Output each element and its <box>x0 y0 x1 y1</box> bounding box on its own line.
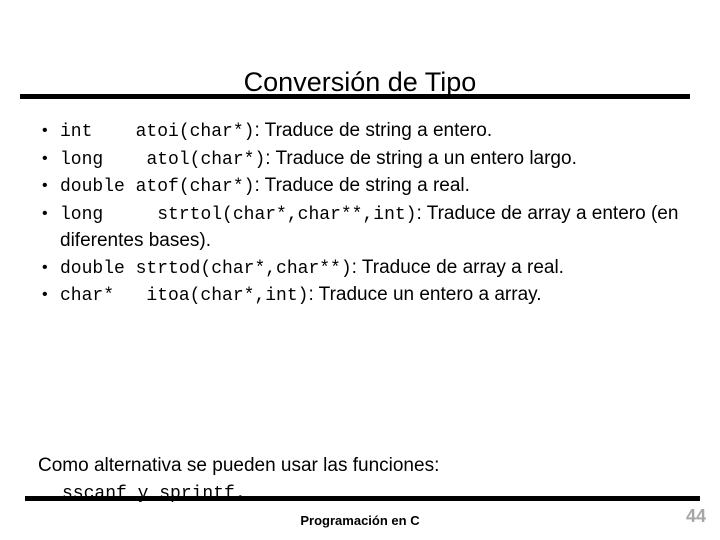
item-signature: itoa(char*,int) <box>146 286 309 306</box>
list-item: • int atoi(char*): Traduce de string a e… <box>38 118 698 146</box>
item-description: Traduce de string a real. <box>264 175 470 196</box>
item-description: Traduce de string a un entero largo. <box>275 147 577 169</box>
item-separator: : <box>351 256 362 278</box>
item-separator: : <box>416 202 427 224</box>
bullet-icon: • <box>42 122 48 139</box>
bullet-icon: • <box>42 204 48 222</box>
item-separator: : <box>254 175 265 196</box>
item-gap <box>103 150 146 170</box>
item-gap <box>103 205 157 225</box>
closing-line-2: sscanf y sprintf. <box>62 484 246 504</box>
item-type: double <box>60 258 125 279</box>
list-item: • char* itoa(char*,int): Traduce un ente… <box>38 282 698 310</box>
conversion-function-list: • int atoi(char*): Traduce de string a e… <box>38 118 698 310</box>
item-signature: atol(char*) <box>146 149 266 170</box>
list-item: • double strtod(char*,char**): Traduce d… <box>38 255 698 283</box>
bullet-icon: • <box>42 177 48 194</box>
item-description: Traduce de string a entero. <box>264 120 493 141</box>
item-description: Traduce de array a real. <box>361 256 564 278</box>
bullet-icon: • <box>42 286 48 303</box>
item-separator: : <box>254 120 265 141</box>
footer-divider-rule <box>25 496 700 501</box>
item-signature: atoi(char*) <box>135 122 255 142</box>
list-item: • double atof(char*): Traduce de string … <box>38 173 698 201</box>
item-type: char* <box>60 286 115 306</box>
item-signature: strtol(char*,char**,int) <box>157 204 417 225</box>
item-description: Traduce un entero a array. <box>318 284 542 305</box>
title-divider-rule <box>20 94 690 99</box>
item-gap <box>92 122 135 142</box>
footer-label: Programación en C <box>300 513 420 528</box>
item-separator: : <box>308 284 319 305</box>
item-separator: : <box>265 147 276 169</box>
item-gap <box>125 177 136 197</box>
slide: Conversión de Tipo • int atoi(char*): Tr… <box>0 0 720 540</box>
item-type: double <box>60 177 125 197</box>
list-item: • long strtol(char*,char**,int): Traduce… <box>38 201 698 255</box>
item-gap <box>125 259 136 279</box>
page-number: 44 <box>685 506 706 526</box>
item-signature: atof(char*) <box>135 177 255 197</box>
closing-line-1: Como alternativa se pueden usar las func… <box>38 455 440 476</box>
item-type: int <box>60 122 93 142</box>
item-type: long <box>60 149 104 170</box>
list-item: • long atol(char*): Traduce de string a … <box>38 146 698 174</box>
item-type: long <box>60 204 104 225</box>
bullet-icon: • <box>42 149 48 167</box>
item-signature: strtod(char*,char**) <box>135 258 352 279</box>
bullet-icon: • <box>42 258 48 276</box>
item-gap <box>114 286 146 306</box>
